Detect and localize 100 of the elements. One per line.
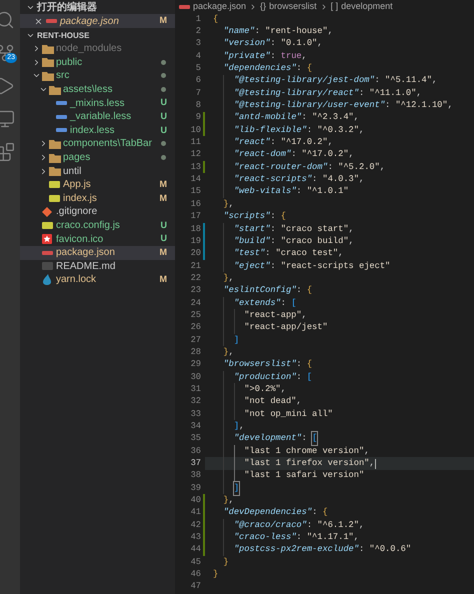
chevron-right-icon[interactable] <box>39 139 48 148</box>
line-number: 41 <box>190 506 201 520</box>
line-number: 15 <box>190 185 201 198</box>
line-number: 21 <box>190 260 201 273</box>
brace: { <box>280 210 286 224</box>
punctuation: , <box>416 86 422 100</box>
punctuation: , <box>328 25 333 38</box>
section-header[interactable]: 打开的编辑器 <box>20 1 175 14</box>
punctuation: : <box>296 185 303 198</box>
line-number: 33 <box>190 408 201 421</box>
punctuation: : <box>296 531 303 544</box>
file-name: craco.config.js <box>56 219 120 234</box>
line-number: 38 <box>190 469 201 482</box>
folder-row[interactable]: components\TabBar <box>20 137 175 151</box>
file-row[interactable]: .gitignore <box>20 205 175 219</box>
folder-row[interactable]: src <box>20 69 175 83</box>
file-row[interactable]: favicon.ico U <box>20 232 175 246</box>
search-icon[interactable] <box>0 10 15 30</box>
punctuation: , <box>348 148 354 162</box>
punctuation: : <box>270 50 277 63</box>
line-number: 4 <box>194 50 201 63</box>
file-name: favicon.ico <box>56 232 104 247</box>
file-name: package.json <box>56 246 115 260</box>
punctuation: : <box>296 358 303 372</box>
punctuation: : <box>296 370 303 384</box>
git-status: U <box>160 218 167 232</box>
file-row[interactable]: README.md <box>20 260 175 274</box>
json-key: "@testing-library/user-event" <box>234 99 386 112</box>
line-number: 28 <box>190 346 201 359</box>
section-title: 打开的编辑器 <box>37 2 97 14</box>
json-key: "browserslist" <box>223 358 296 372</box>
punctuation: : <box>265 247 272 260</box>
file-name: README.md <box>56 260 116 274</box>
line-number: 29 <box>190 358 201 372</box>
punctuation: , <box>296 395 302 408</box>
git-status: U <box>160 96 167 110</box>
play-icon[interactable] <box>0 76 15 96</box>
string-value: "last 1 safari version" <box>244 469 364 482</box>
folder-row[interactable]: until <box>20 164 175 178</box>
file-row[interactable]: craco.config.js U <box>20 218 175 232</box>
open-editor-row[interactable]: package.json M <box>20 14 175 28</box>
string-value: "^12.1.10" <box>395 99 448 112</box>
monitor-icon[interactable] <box>0 109 15 129</box>
file-row[interactable]: index.js M <box>20 192 175 206</box>
file-name: _mixins.less <box>70 96 124 111</box>
punctuation: , <box>369 457 375 470</box>
brace: } <box>223 556 229 569</box>
line-number: 24 <box>190 296 201 310</box>
folder-icon <box>49 166 61 176</box>
line-number: 3 <box>194 37 201 50</box>
line-number: 9 <box>194 111 201 124</box>
punctuation: : <box>312 173 318 186</box>
git-status: M <box>160 14 167 28</box>
brace: } <box>223 346 229 359</box>
punctuation: : <box>280 296 287 310</box>
breadcrumb-item[interactable]: package.json <box>193 0 246 14</box>
breadcrumb-item[interactable]: browserslist <box>269 0 317 14</box>
folder-row[interactable]: pages <box>20 150 175 164</box>
punctuation: , <box>228 272 234 285</box>
json-key: "lib-flexible" <box>234 124 307 137</box>
punctuation: : <box>385 99 392 112</box>
punctuation: : <box>358 86 366 100</box>
json-key: "web-vitals" <box>234 185 296 199</box>
brace: } <box>223 198 229 211</box>
file-row[interactable]: _mixins.less U <box>20 96 175 110</box>
file-row[interactable]: App.js M <box>20 178 175 192</box>
punctuation: : <box>296 62 303 76</box>
breadcrumb-item[interactable]: development <box>341 0 393 14</box>
chevron-right-icon[interactable] <box>32 58 41 67</box>
json-key: "react-scripts" <box>234 173 312 186</box>
branch-icon[interactable] <box>0 43 15 63</box>
file-row[interactable]: index.less U <box>20 124 175 138</box>
punctuation: , <box>364 444 370 458</box>
punctuation: , <box>328 136 333 150</box>
folder-row[interactable]: public <box>20 56 175 70</box>
folder-icon <box>42 44 54 54</box>
line-number: 2 <box>194 25 201 38</box>
chevron-right-icon[interactable] <box>39 153 48 162</box>
chevron-right-icon[interactable] <box>32 44 41 54</box>
chevron-right-icon[interactable] <box>39 166 48 176</box>
file-row[interactable]: _variable.less U <box>20 110 175 124</box>
section-header[interactable]: RENT-HOUSE <box>20 29 175 42</box>
string-value: ">0.2%" <box>244 382 281 396</box>
punctuation: : <box>270 222 277 236</box>
folder-row[interactable]: node_modules <box>20 42 175 56</box>
string-value: "^0.3.2" <box>317 124 359 137</box>
line-number: 44 <box>190 543 201 556</box>
blocks-icon[interactable] <box>0 142 15 162</box>
file-name: src <box>56 69 70 84</box>
file-row[interactable]: package.json M <box>20 246 175 260</box>
json-key: "@testing-library/jest-dom" <box>234 74 375 88</box>
folder-icon <box>42 70 54 81</box>
chevron-down-icon <box>26 3 35 12</box>
folder-row[interactable]: assets\less <box>20 82 175 96</box>
line-number: 8 <box>194 99 201 112</box>
file-row[interactable]: yarn.lock M <box>20 273 175 287</box>
punctuation: : <box>306 124 314 137</box>
close-icon[interactable] <box>34 16 43 26</box>
json-key: "build" <box>234 234 270 248</box>
line-number: 20 <box>190 247 201 260</box>
